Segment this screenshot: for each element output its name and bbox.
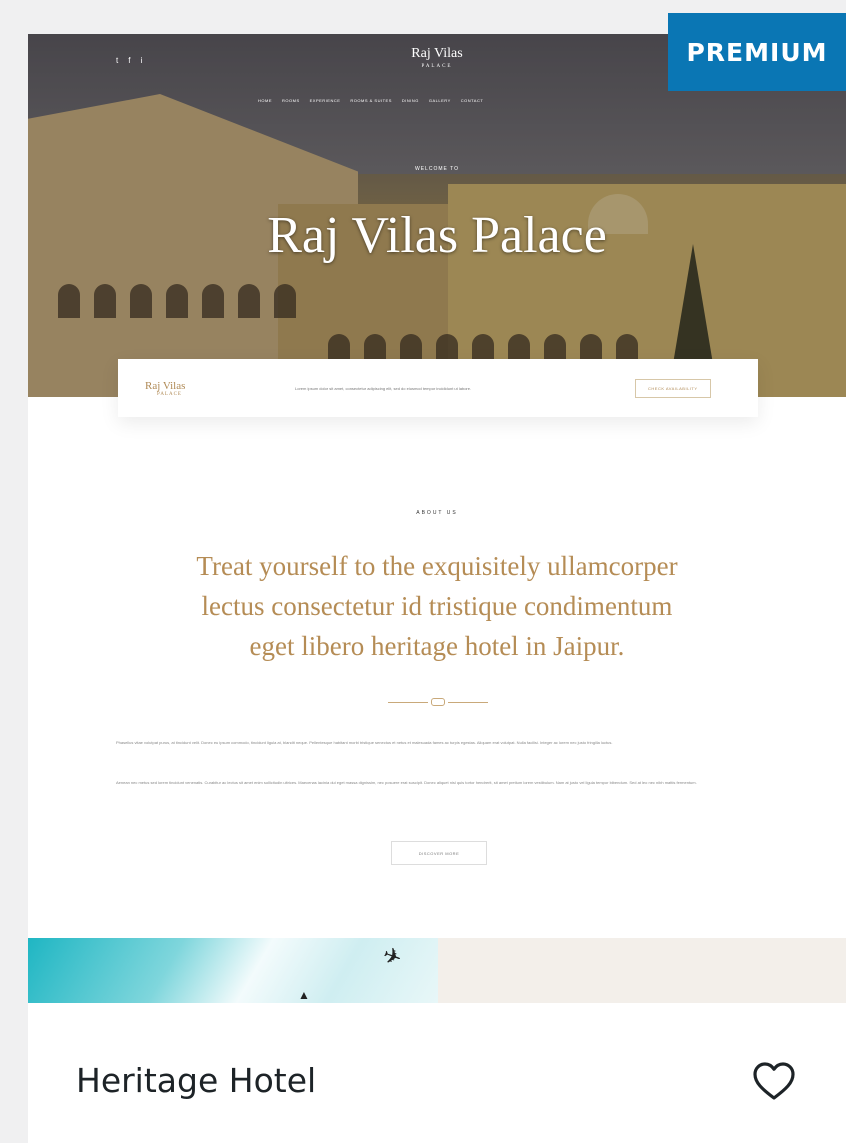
discover-more-button: DISCOVER MORE bbox=[391, 841, 487, 865]
premium-badge: PREMIUM bbox=[668, 13, 846, 91]
hero-title: Raj Vilas Palace bbox=[267, 207, 607, 264]
check-availability-button: CHECK AVAILABILITY bbox=[635, 378, 711, 398]
heart-icon[interactable] bbox=[750, 1057, 798, 1105]
nav-item: CONTACT bbox=[460, 98, 484, 103]
about-kicker: ABOUT US bbox=[416, 510, 458, 516]
ornament-divider bbox=[383, 698, 493, 706]
about-paragraph: Aenean nec metus sed lorem tincidunt ven… bbox=[116, 780, 697, 785]
theme-preview[interactable]: t f i Raj Vilas PALACE HOME ROOMS EXPERI… bbox=[28, 34, 846, 1003]
theme-name[interactable]: Heritage Hotel bbox=[76, 1061, 316, 1100]
booking-bar: Raj Vilas PALACE Lorem ipsum dolor sit a… bbox=[118, 359, 758, 417]
about-heading: Treat yourself to the exquisitely ullamc… bbox=[28, 546, 846, 666]
nav-item: DINING bbox=[401, 98, 419, 103]
brand-name: Raj Vilas bbox=[411, 46, 463, 61]
bird-icon: ▲ bbox=[298, 988, 310, 1002]
nav-item: HOME bbox=[258, 98, 272, 103]
theme-card[interactable]: t f i Raj Vilas PALACE HOME ROOMS EXPERI… bbox=[28, 34, 846, 1143]
bar-logo-sub: PALACE bbox=[157, 391, 182, 397]
nav-item: GALLERY bbox=[428, 98, 451, 103]
site-nav: HOME ROOMS EXPERIENCE ROOMS & SUITES DIN… bbox=[258, 98, 483, 103]
about-heading-line: Treat yourself to the exquisitely ullamc… bbox=[196, 551, 678, 581]
about-paragraph: Phasellus vitae volutpat purus, at tinci… bbox=[116, 740, 613, 745]
about-heading-line: lectus consectetur id tristique condimen… bbox=[201, 591, 673, 621]
bar-logo-name: Raj Vilas bbox=[145, 379, 186, 392]
nav-item: EXPERIENCE bbox=[309, 98, 341, 103]
card-footer: Heritage Hotel bbox=[28, 1003, 846, 1143]
nav-item: ROOMS bbox=[282, 98, 300, 103]
about-heading-line: eget libero heritage hotel in Jaipur. bbox=[249, 631, 625, 661]
nav-item: ROOMS & SUITES bbox=[350, 98, 392, 103]
bar-text: Lorem ipsum dolor sit amet, consectetur … bbox=[295, 385, 472, 391]
bar-logo: Raj Vilas PALACE bbox=[145, 380, 265, 397]
hero-kicker: WELCOME TO bbox=[415, 166, 459, 172]
next-section-preview: ✈ ▲ bbox=[28, 938, 846, 1003]
